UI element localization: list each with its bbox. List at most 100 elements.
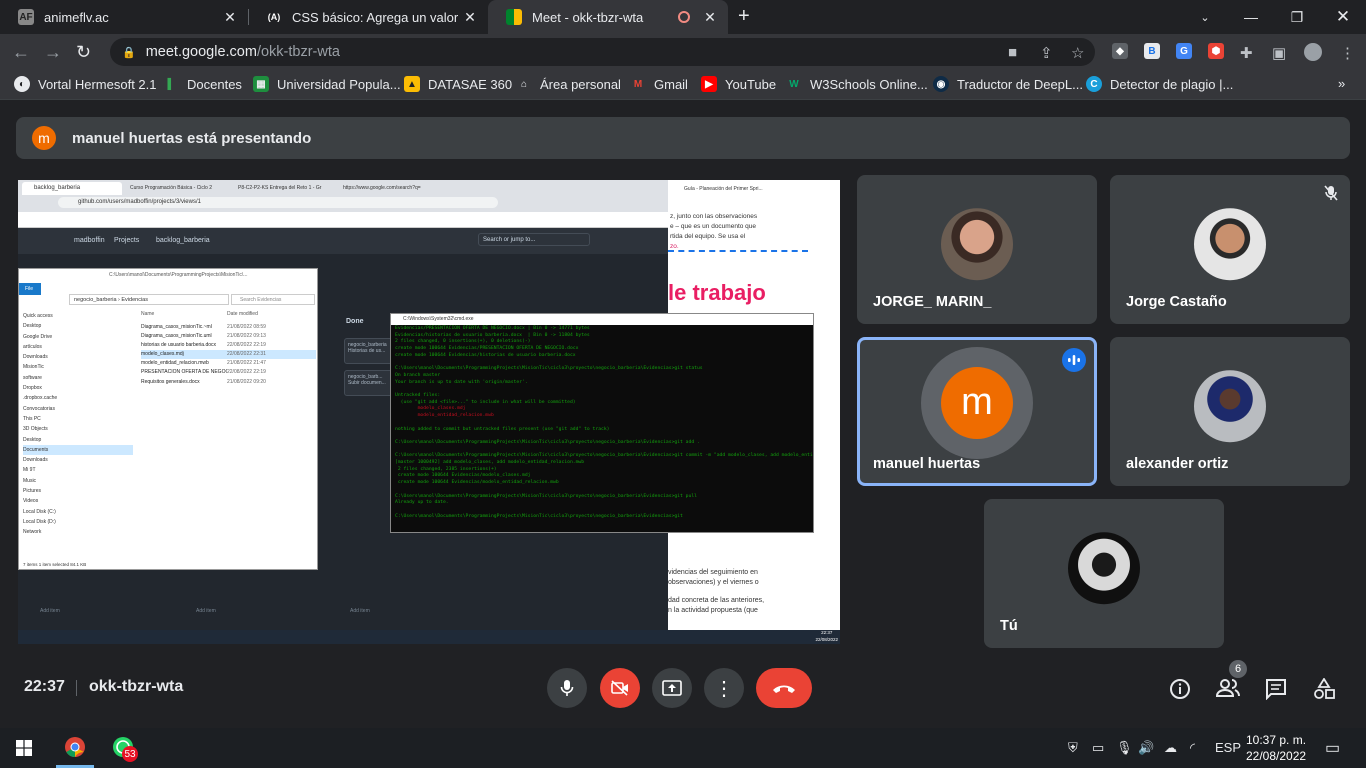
explorer-nav-item: .dropbox.cache <box>23 395 58 402</box>
people-count-badge: 6 <box>1229 660 1247 678</box>
tab-search-icon[interactable]: ⌄ <box>1182 0 1228 34</box>
camera-in-use-icon[interactable]: ■ <box>1008 44 1017 61</box>
bookmark-item[interactable]: M Gmail <box>630 76 688 92</box>
bookmark-item[interactable]: ▦ Universidad Popula... <box>253 76 401 92</box>
people-icon[interactable] <box>1215 678 1240 704</box>
cmd-output: Evidencias/PRESENTACION OFERTA DE NEGOCI… <box>391 325 813 531</box>
address-bar[interactable]: 🔒 meet.google.com/okk-tbzr-wta <box>110 38 1095 66</box>
cmd-line: [master 1000492] add modelo_clases, add … <box>395 460 585 466</box>
system-clock[interactable]: 10:37 p. m. 22/08/2022 <box>1246 732 1306 764</box>
volume-icon[interactable]: 🔊 <box>1138 740 1154 756</box>
close-tab-icon[interactable]: ✕ <box>702 9 718 26</box>
more-options-button[interactable]: ⋮ <box>704 668 744 708</box>
cmd-line: create mode 100644 Evidencias/PRESENTACI… <box>395 346 579 352</box>
tab-animeflv[interactable]: AF animeflv.ac ✕ <box>0 0 248 34</box>
bookmark-item[interactable]: ▌ Docentes <box>163 76 241 92</box>
extension-shield-icon[interactable]: ⬢ <box>1208 43 1224 59</box>
cmd-line: Already up to date. <box>395 500 449 506</box>
explorer-nav-item: Dropbox <box>23 385 42 392</box>
wifi-icon[interactable]: ◜ <box>1190 740 1195 756</box>
profile-avatar-icon[interactable] <box>1304 43 1322 61</box>
share-icon[interactable]: ⇪ <box>1040 44 1053 62</box>
google-translate-icon[interactable]: G <box>1176 43 1192 59</box>
chrome-icon[interactable] <box>64 736 86 763</box>
close-tab-icon[interactable]: ✕ <box>462 9 478 26</box>
github-header: madboffin Projects backlog_barberia Sear… <box>18 228 668 254</box>
add-item: Add item <box>350 608 370 614</box>
bookmark-item[interactable]: C Detector de plagio |... <box>1086 76 1233 92</box>
forward-icon[interactable]: → <box>44 42 62 63</box>
new-tab-button[interactable]: + <box>738 5 750 28</box>
explorer-col: Name <box>141 311 155 317</box>
restore-button[interactable]: ❐ <box>1274 0 1320 34</box>
notifications-icon[interactable]: ▭ <box>1325 738 1340 758</box>
shared-taskbar: 22:37 22/08/2022 <box>18 630 840 644</box>
participant-tile[interactable]: Jorge Castaño <box>1110 175 1350 324</box>
language-indicator[interactable]: ESP <box>1215 740 1241 755</box>
participant-name: JORGE_ MARIN_ <box>873 294 992 310</box>
activities-icon[interactable] <box>1313 677 1335 706</box>
bookmark-item[interactable]: W W3Schools Online... <box>786 76 928 92</box>
leave-call-button[interactable] <box>756 668 812 708</box>
cloud-icon[interactable]: ☁ <box>1164 740 1177 756</box>
participant-tile[interactable]: alexander ortiz <box>1110 337 1350 486</box>
explorer-nav-item: Quick access <box>23 313 53 319</box>
participant-tile[interactable]: JORGE_ MARIN_ <box>857 175 1097 324</box>
participant-tile-active-speaker[interactable]: m manuel huertas <box>857 337 1097 486</box>
microphone-tray-icon[interactable]: 🎙 <box>1116 740 1133 756</box>
self-tile[interactable]: Tú <box>984 499 1224 648</box>
camera-off-icon <box>611 680 628 696</box>
back-icon[interactable]: ← <box>12 42 30 63</box>
bookmark-item[interactable]: ▲ DATASAE 360 <box>404 76 512 92</box>
github-search: Search or jump to... <box>478 233 590 246</box>
close-tab-icon[interactable]: ✕ <box>222 9 238 26</box>
chat-icon[interactable] <box>1265 678 1287 706</box>
participant-photo <box>1194 207 1266 280</box>
side-panel-icon[interactable]: ▣ <box>1272 44 1286 62</box>
explorer-file-row: historias de usuario barberia.docx 22/08/… <box>141 342 266 349</box>
reload-icon[interactable]: ↻ <box>76 42 91 63</box>
explorer-nav-item: Google Drive <box>23 333 53 340</box>
present-screen-button[interactable] <box>652 668 692 708</box>
windows-start-icon[interactable] <box>16 740 32 761</box>
explorer-file-row: Requisitos generales.docx 21/08/2022 09:2… <box>141 378 266 385</box>
tab-meet[interactable]: Meet - okk-tbzr-wta ✕ <box>488 0 728 34</box>
more-bookmarks-icon[interactable]: » <box>1338 76 1345 91</box>
tab-css-basico[interactable]: (A) CSS básico: Agrega un valor de r ✕ <box>248 0 488 34</box>
close-window-button[interactable]: ✕ <box>1320 0 1366 34</box>
bookmark-item[interactable]: ◐ Vortal Hermesoft 2.1 <box>14 76 157 92</box>
bookmark-item[interactable]: ▶ YouTube <box>701 76 776 92</box>
menu-kebab-icon[interactable]: ⋮ <box>1340 44 1355 62</box>
cmd-line: create mode 100644 Evidencias/modelo_ent… <box>395 480 559 486</box>
microphone-button[interactable] <box>547 668 587 708</box>
freecodecamp-favicon-icon: (A) <box>267 12 281 22</box>
shared-browser-chrome: backlog_barberia Curso Programación Bási… <box>18 180 668 228</box>
extension-b-icon[interactable]: B <box>1144 43 1160 59</box>
doc-divider <box>668 250 808 252</box>
windows-taskbar: 53 ⛨ ▭ 🎙 🔊 ☁ ◜ ESP 10:37 p. m. 22/08/202… <box>0 728 1366 768</box>
cmd-line: On branch master <box>395 372 441 378</box>
recording-icon <box>678 11 690 23</box>
security-icon[interactable]: ⛨ <box>1068 740 1078 756</box>
bookmark-item[interactable]: ◉ Traductor de DeepL... <box>933 76 1083 92</box>
cmd-line: Your branch is up to date with 'origin/m… <box>395 379 528 385</box>
bookmark-item[interactable]: ⌂ Área personal <box>516 76 621 92</box>
participant-name: alexander ortiz <box>1126 456 1229 472</box>
explorer-nav-item: Network <box>23 529 42 536</box>
cmd-line <box>395 487 809 494</box>
cmd-line: modelo_entidad_relacion.mwb <box>395 413 494 419</box>
explorer-nav-item: Pictures <box>23 488 42 495</box>
meeting-details-icon[interactable] <box>1169 678 1191 706</box>
explorer-col: Date modified <box>227 311 258 317</box>
extensions-puzzle-icon[interactable]: ✚ <box>1240 44 1253 62</box>
battery-icon[interactable]: ▭ <box>1092 740 1104 756</box>
camera-off-button[interactable] <box>600 668 640 708</box>
extension-cat-icon[interactable]: ◆ <box>1112 43 1128 59</box>
bookmark-star-icon[interactable]: ☆ <box>1071 44 1084 62</box>
explorer-file-row: Diagrama_casos_misionTic.uml 21/08/2022 0… <box>141 333 266 340</box>
participant-photo <box>1194 369 1266 442</box>
minimize-button[interactable]: — <box>1228 0 1274 34</box>
presenting-text: manuel huertas está presentando <box>72 129 312 147</box>
meet-control-bar: 22:37 okk-tbzr-wta ⋮ 6 <box>0 660 1366 728</box>
add-item: Add item <box>196 608 216 614</box>
